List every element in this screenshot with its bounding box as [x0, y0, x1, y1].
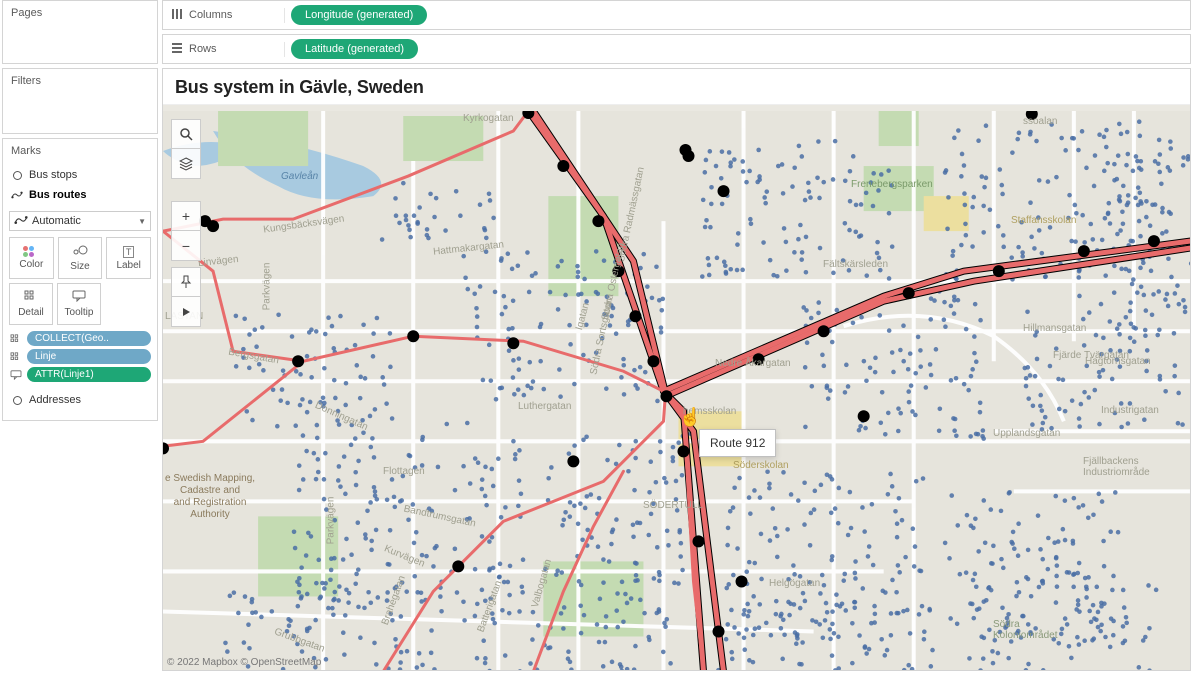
- detail-icon: [24, 290, 38, 305]
- map-pin-button[interactable]: [171, 267, 201, 297]
- circle-icon: [11, 394, 23, 406]
- filters-card: Filters: [2, 68, 158, 134]
- zoom-out-button[interactable]: −: [171, 231, 201, 261]
- detail-encode-button[interactable]: Detail: [9, 283, 53, 325]
- layer-label: Bus stops: [29, 169, 77, 181]
- map-canvas[interactable]: LASTAN Linvägen Kungsbäcksvägen Parkväge…: [163, 111, 1190, 670]
- rows-icon: [171, 42, 183, 57]
- route-tooltip: Route 912: [699, 429, 776, 457]
- viz-title[interactable]: Bus system in Gävle, Sweden: [163, 69, 1190, 105]
- rows-shelf[interactable]: Rows Latitude (generated): [162, 34, 1191, 64]
- mark-type-select[interactable]: Automatic ▼: [9, 211, 151, 231]
- mark-pill: ATTR(Linje1): [27, 367, 151, 382]
- color-icon: [23, 246, 39, 257]
- layer-label: Bus routes: [29, 189, 86, 201]
- map-layers-button[interactable]: [171, 149, 201, 179]
- chevron-down-icon: ▼: [138, 217, 146, 226]
- pages-card: Pages: [2, 0, 158, 64]
- mark-type-label: Automatic: [32, 215, 81, 227]
- map-search-button[interactable]: [171, 119, 201, 149]
- mark-pill: Linje: [27, 349, 151, 364]
- label-encode-button[interactable]: T Label: [106, 237, 151, 279]
- filters-title: Filters: [3, 69, 157, 93]
- detail-icon: [9, 352, 23, 362]
- map-attribution: © 2022 Mapbox © OpenStreetMap: [167, 657, 321, 668]
- tooltip-icon: [72, 290, 86, 305]
- zoom-in-button[interactable]: +: [171, 201, 201, 231]
- map-play-button[interactable]: [171, 297, 201, 327]
- rows-pill[interactable]: Latitude (generated): [291, 39, 418, 59]
- cursor-icon: ☝: [679, 407, 701, 428]
- tooltip-pill-row[interactable]: ATTR(Linje1): [9, 367, 151, 382]
- rows-label: Rows: [189, 43, 217, 55]
- tooltip-encode-button[interactable]: Tooltip: [57, 283, 101, 325]
- pages-title: Pages: [3, 1, 157, 25]
- layer-bus-stops[interactable]: Bus stops: [3, 165, 157, 185]
- route-icon: [11, 189, 23, 201]
- columns-shelf[interactable]: Columns Longitude (generated): [162, 0, 1191, 30]
- layer-bus-routes[interactable]: Bus routes: [3, 185, 157, 205]
- marks-title: Marks: [3, 139, 157, 163]
- detail-icon: [9, 334, 23, 344]
- layer-label: Addresses: [29, 394, 81, 406]
- columns-icon: [171, 8, 183, 23]
- color-encode-button[interactable]: Color: [9, 237, 54, 279]
- route-icon: [14, 214, 28, 229]
- circle-icon: [11, 169, 23, 181]
- label-icon: T: [123, 246, 135, 258]
- tooltip-icon: [9, 370, 23, 380]
- detail-pill-row[interactable]: COLLECT(Geo..: [9, 331, 151, 346]
- layer-addresses[interactable]: Addresses: [3, 390, 157, 410]
- columns-label: Columns: [189, 9, 232, 21]
- columns-pill[interactable]: Longitude (generated): [291, 5, 427, 25]
- mark-pill: COLLECT(Geo..: [27, 331, 151, 346]
- marks-card: Marks Bus stops Bus routes Automatic: [2, 138, 158, 421]
- viz-area: Bus system in Gävle, Sweden: [162, 68, 1191, 671]
- detail-pill-row[interactable]: Linje: [9, 349, 151, 364]
- size-icon: [72, 244, 88, 259]
- size-encode-button[interactable]: Size: [58, 237, 103, 279]
